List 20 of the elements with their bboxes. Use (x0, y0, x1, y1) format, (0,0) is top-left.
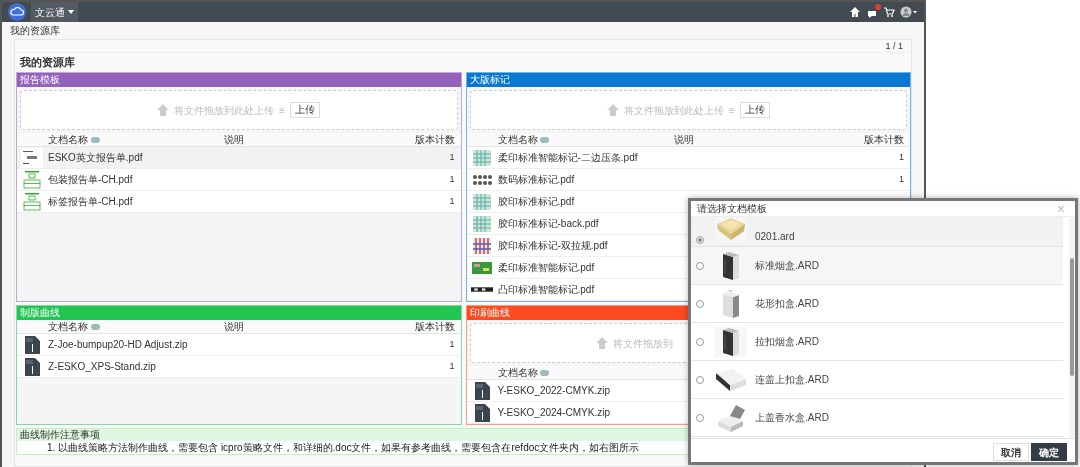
notice-title: 曲线制作注意事项 (19, 429, 101, 441)
column-header: 文档名称 (497, 133, 538, 147)
panel-header: 大版标记 (466, 73, 910, 87)
dialog-title: 请选择文档模板 (697, 202, 767, 216)
separator-text: ≡ (279, 103, 286, 118)
panel-header: 报告模板 (17, 73, 461, 87)
column-header: 文档名称 (48, 320, 88, 334)
panel-header: 制版曲线 (17, 306, 461, 320)
page-title: 我的资源库 (9, 24, 61, 38)
column-header: 说明 (673, 133, 695, 147)
column-header: 文档名称 (48, 133, 88, 147)
column-header: 版本计数 (413, 320, 456, 334)
column-header: 说明 (224, 133, 246, 147)
pagination-text: 1 / 1 (885, 41, 903, 51)
column-header: 版本计数 (413, 133, 456, 147)
column-header: 说明 (224, 320, 246, 334)
section-heading: 我的资源库 (20, 56, 76, 69)
column-header: 文档名称 (497, 366, 538, 380)
column-header: 版本计数 (863, 133, 905, 147)
separator-text: ≡ (728, 103, 735, 118)
